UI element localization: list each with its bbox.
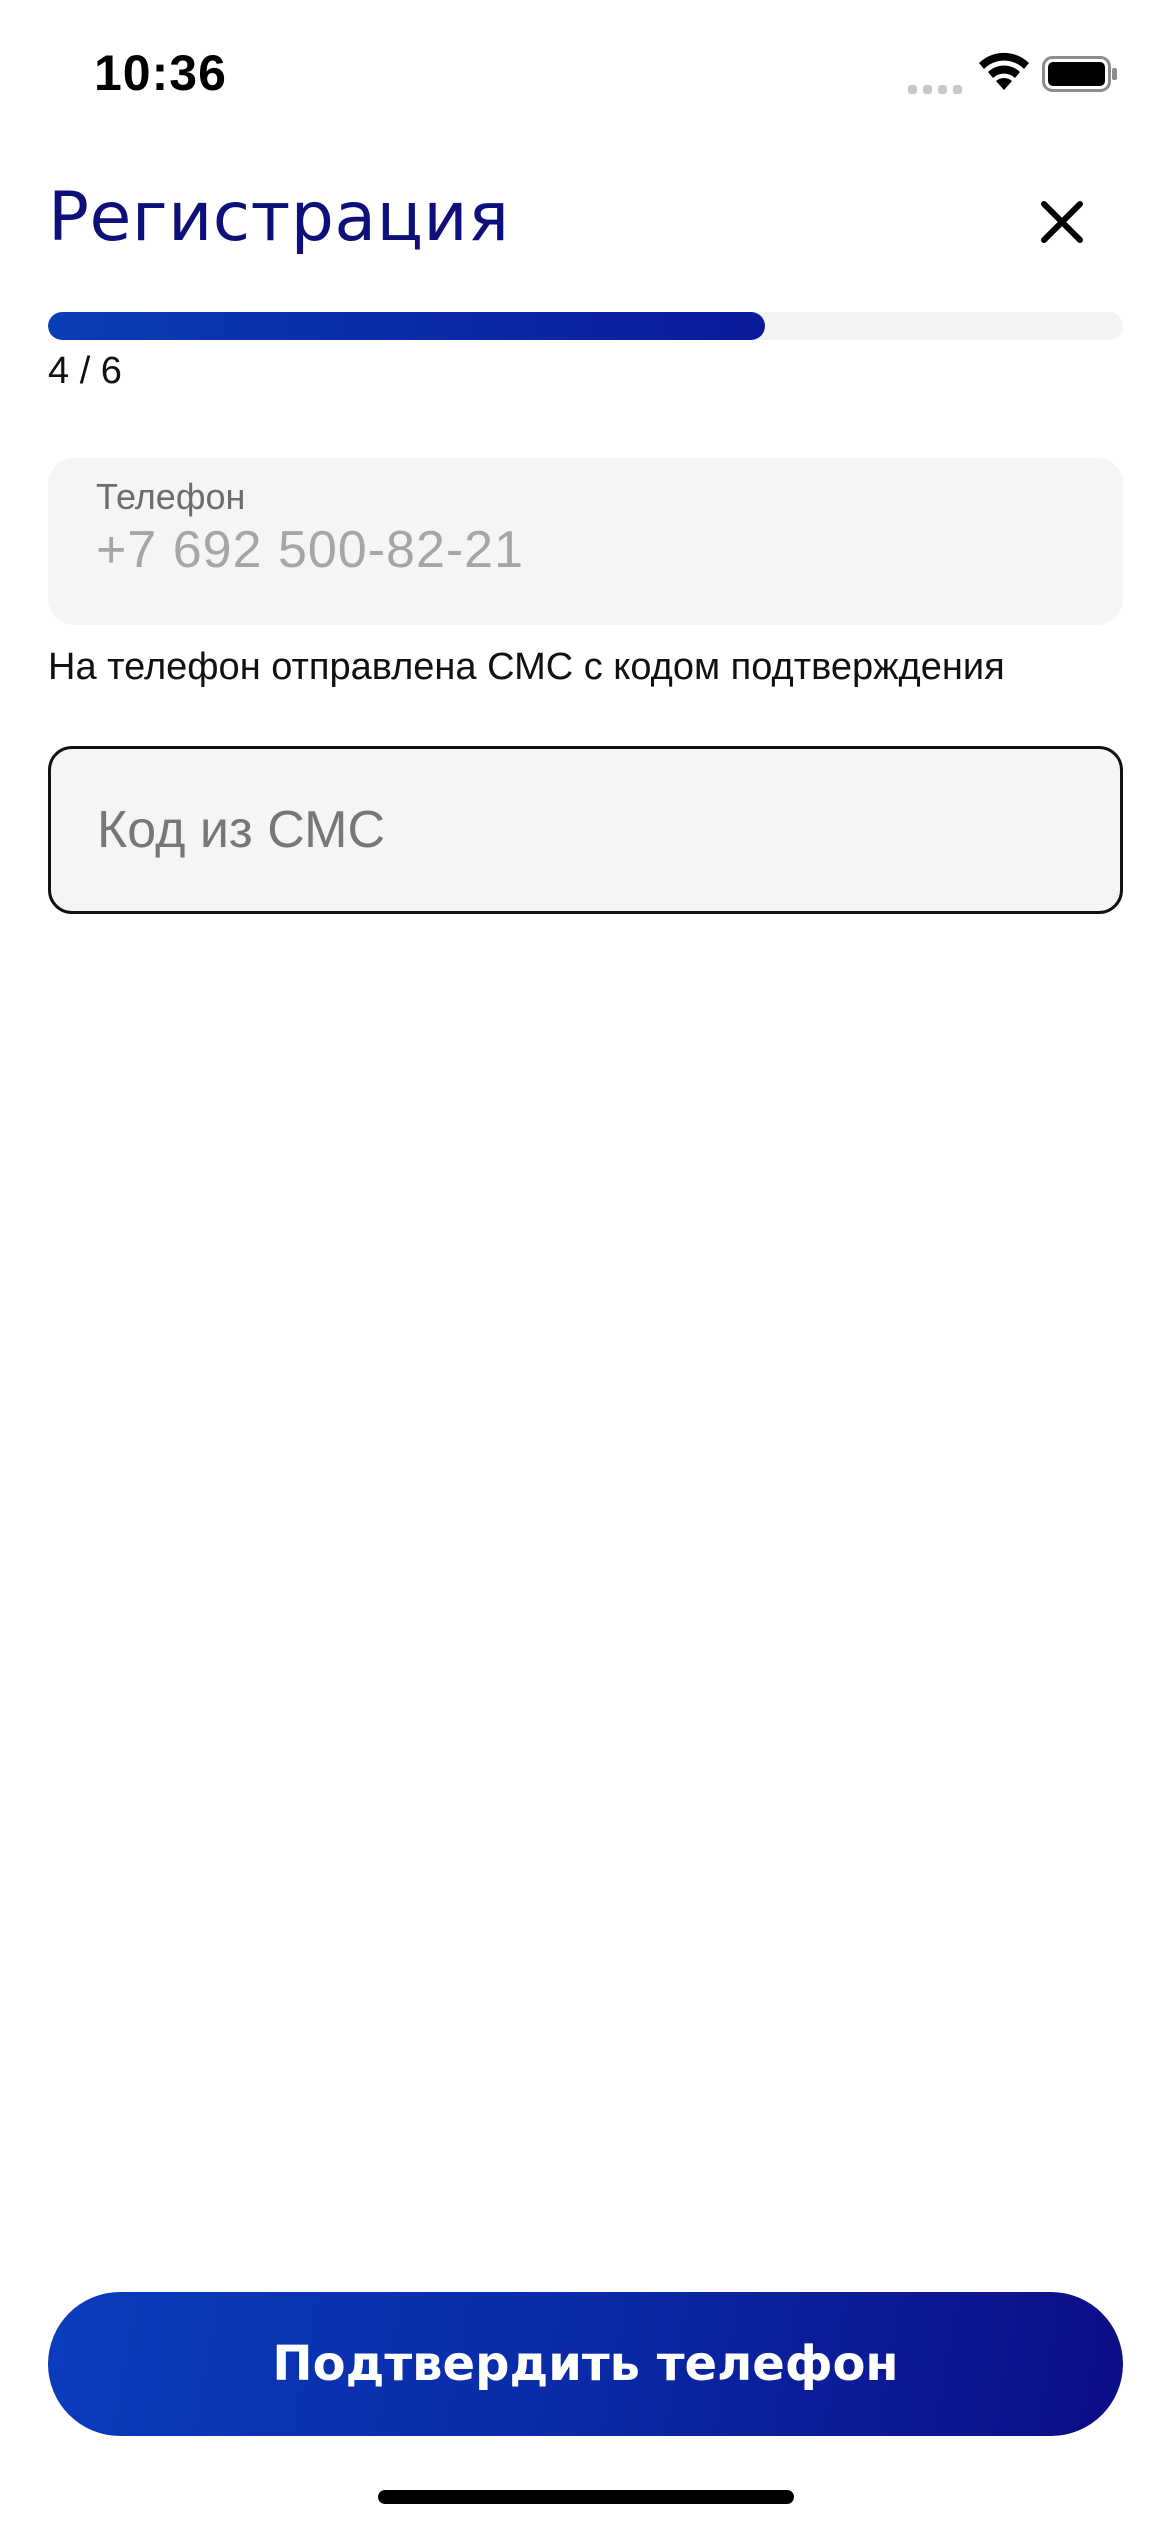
- phone-field: Телефон +7 692 500-82-21: [48, 458, 1123, 625]
- status-bar: 10:36: [0, 0, 1170, 150]
- battery-icon: [1042, 56, 1118, 92]
- close-button[interactable]: [1030, 190, 1094, 254]
- confirm-phone-button[interactable]: Подтвердить телефон: [48, 2292, 1123, 2436]
- home-indicator: [378, 2490, 794, 2504]
- sms-sent-hint: На телефон отправлена СМС с кодом подтве…: [48, 646, 1005, 688]
- signal-icon: [908, 80, 962, 94]
- progress-bar: [48, 312, 1123, 340]
- progress-label: 4 / 6: [48, 350, 122, 392]
- phone-field-value: +7 692 500-82-21: [96, 521, 525, 579]
- phone-field-label: Телефон: [96, 476, 246, 517]
- sms-code-input[interactable]: [48, 746, 1123, 914]
- status-time: 10:36: [94, 45, 227, 101]
- page-title: Регистрация: [48, 178, 510, 257]
- progress-fill: [48, 312, 766, 340]
- wifi-icon: [976, 50, 1032, 94]
- close-icon: [1041, 201, 1083, 243]
